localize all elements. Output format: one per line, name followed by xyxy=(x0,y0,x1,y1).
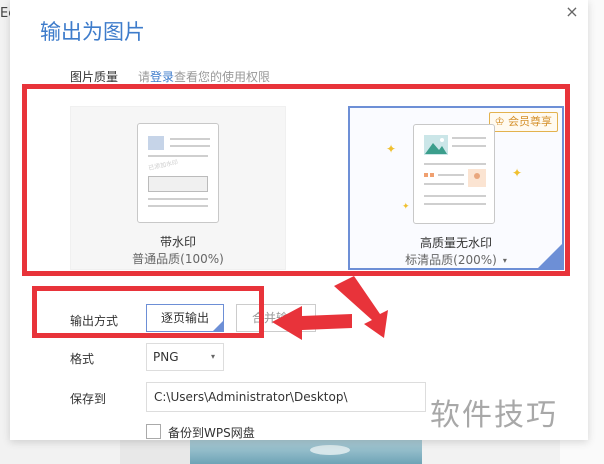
hint-prefix: 请 xyxy=(138,70,151,84)
option-quality: 标清品质(200%) ▾ xyxy=(350,251,562,268)
chevron-down-icon: ▾ xyxy=(210,352,215,361)
format-select[interactable]: PNG ▾ xyxy=(146,343,224,371)
crown-icon: ♔ xyxy=(494,115,505,128)
output-mode-label: 输出方式 xyxy=(70,314,119,328)
save-to-label: 保存到 xyxy=(70,392,107,406)
quality-label: 图片质量 xyxy=(70,70,119,84)
option-quality-text: 标清品质(200%) xyxy=(405,253,497,267)
format-value: PNG xyxy=(153,350,179,364)
vip-badge-label: 会员尊享 xyxy=(508,115,552,128)
export-image-dialog: × 输出为图片 图片质量 请登录查看您的使用权限 已添加水印 带水印 普通品质(… xyxy=(10,0,588,440)
watermark-sample-text: 已添加水印 xyxy=(147,158,179,173)
save-path-input[interactable]: C:\Users\Administrator\Desktop\ xyxy=(146,382,426,412)
option-name: 带水印 xyxy=(159,235,196,249)
backup-label: 备份到WPS网盘 xyxy=(168,426,255,440)
option-quality: 普通品质(100%) xyxy=(132,252,224,266)
close-icon[interactable]: × xyxy=(564,4,580,20)
sparkle-icon: ✦ xyxy=(512,166,523,180)
selected-check-icon: ✓ xyxy=(538,244,584,268)
format-label: 格式 xyxy=(70,352,95,366)
hint-suffix: 查看您的使用权限 xyxy=(174,70,271,84)
backup-checkbox[interactable] xyxy=(146,424,161,439)
chevron-down-icon[interactable]: ▾ xyxy=(503,256,507,265)
output-mode-merge[interactable]: 合并输出 xyxy=(236,304,316,332)
document-hq-icon xyxy=(413,124,495,224)
vip-badge: ♔ 会员尊享 xyxy=(488,112,558,132)
watermark-overlay-text: 软件技巧 xyxy=(430,398,558,433)
sparkle-icon: ✦ xyxy=(386,142,397,156)
login-link[interactable]: 登录 xyxy=(150,70,174,84)
document-watermark-icon: 已添加水印 xyxy=(137,123,219,223)
quality-option-watermark[interactable]: 已添加水印 带水印 普通品质(100%) xyxy=(70,106,286,270)
option-name: 高质量无水印 xyxy=(419,236,492,250)
dialog-title: 输出为图片 xyxy=(40,20,145,44)
output-mode-per-page[interactable]: 逐页输出 xyxy=(146,304,224,332)
sparkle-icon: ✦ xyxy=(402,202,410,212)
quality-option-hq[interactable]: ♔ 会员尊享 ✦ ✦ ✦ 高质量无水印 标清品质(200%) ▾ ✓ xyxy=(348,106,584,270)
login-hint: 请登录查看您的使用权限 xyxy=(138,68,270,85)
